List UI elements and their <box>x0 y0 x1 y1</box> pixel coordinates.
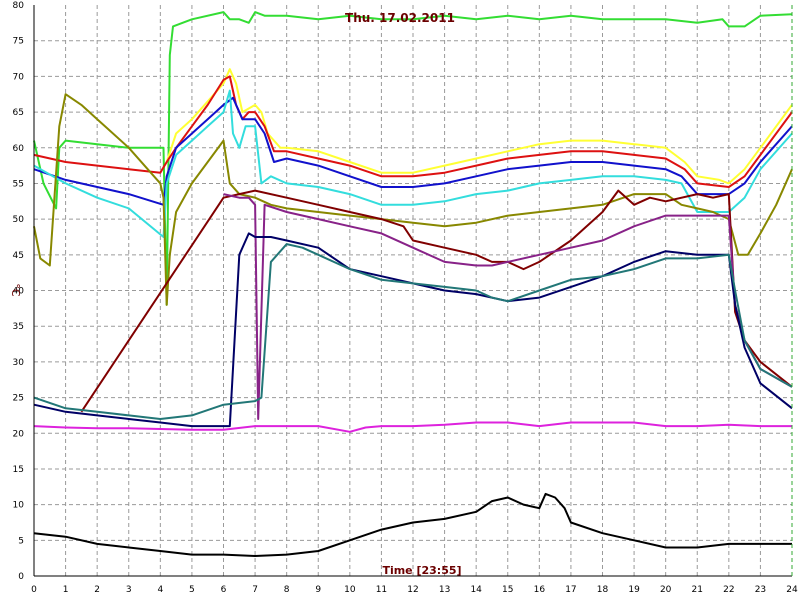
x-tick-label: 7 <box>252 585 258 595</box>
x-tick-label: 11 <box>376 585 387 595</box>
x-tick-label: 16 <box>534 585 546 595</box>
y-tick-label: 70 <box>13 72 25 82</box>
x-tick-label: 23 <box>755 585 766 595</box>
x-tick-label: 1 <box>63 585 69 595</box>
grid-lines <box>34 5 792 576</box>
x-tick-label: 4 <box>157 585 163 595</box>
x-tick-label: 2 <box>94 585 100 595</box>
y-tick-label: 75 <box>13 37 24 47</box>
y-tick-label: 45 <box>13 251 24 261</box>
y-tick-label: 35 <box>13 322 24 332</box>
x-tick-label: 20 <box>660 585 672 595</box>
x-tick-label: 24 <box>786 585 798 595</box>
x-tick-label: 15 <box>502 585 513 595</box>
line-chart: 0 1 2 3 4 5 6 7 8 9 10 11 12 13 14 15 16 17 18 19 20 21 22 23 24… <box>9 1 798 595</box>
y-tick-label: 65 <box>13 108 24 118</box>
y-tick-label: 15 <box>13 465 24 475</box>
x-axis-label: Time [23:55] <box>382 564 461 577</box>
y-axis-label: °C <box>9 283 22 297</box>
y-tick-label: 50 <box>13 215 25 225</box>
series-line-7 <box>80 189 793 413</box>
x-tick-label: 6 <box>221 585 227 595</box>
y-tick-label: 20 <box>13 429 25 439</box>
chart-title: Thu. 17.02.2011 <box>345 11 455 25</box>
x-tick-label: 22 <box>723 585 734 595</box>
y-tick-label: 60 <box>13 144 25 154</box>
x-tick-label: 17 <box>565 585 576 595</box>
y-tick-label: 5 <box>18 536 24 546</box>
x-tick-label: 8 <box>284 585 290 595</box>
y-tick-label: 25 <box>13 394 24 404</box>
y-tick-label: 0 <box>18 572 24 582</box>
x-tick-label: 12 <box>407 585 418 595</box>
x-tick-label: 13 <box>439 585 450 595</box>
x-tick-label: 10 <box>344 585 356 595</box>
x-tick-label: 14 <box>470 585 482 595</box>
tick-labels: 0 1 2 3 4 5 6 7 8 9 10 11 12 13 14 15 16 17 18 19 20 21 22 23 24… <box>13 1 798 595</box>
x-tick-label: 18 <box>597 585 609 595</box>
y-tick-label: 80 <box>13 1 25 11</box>
x-tick-label: 21 <box>692 585 703 595</box>
x-tick-label: 0 <box>31 585 37 595</box>
x-tick-label: 9 <box>315 585 321 595</box>
x-tick-label: 19 <box>628 585 640 595</box>
x-tick-label: 5 <box>189 585 195 595</box>
y-tick-label: 30 <box>13 358 25 368</box>
y-tick-label: 55 <box>13 179 24 189</box>
y-tick-label: 10 <box>13 501 25 511</box>
x-tick-label: 3 <box>126 585 132 595</box>
